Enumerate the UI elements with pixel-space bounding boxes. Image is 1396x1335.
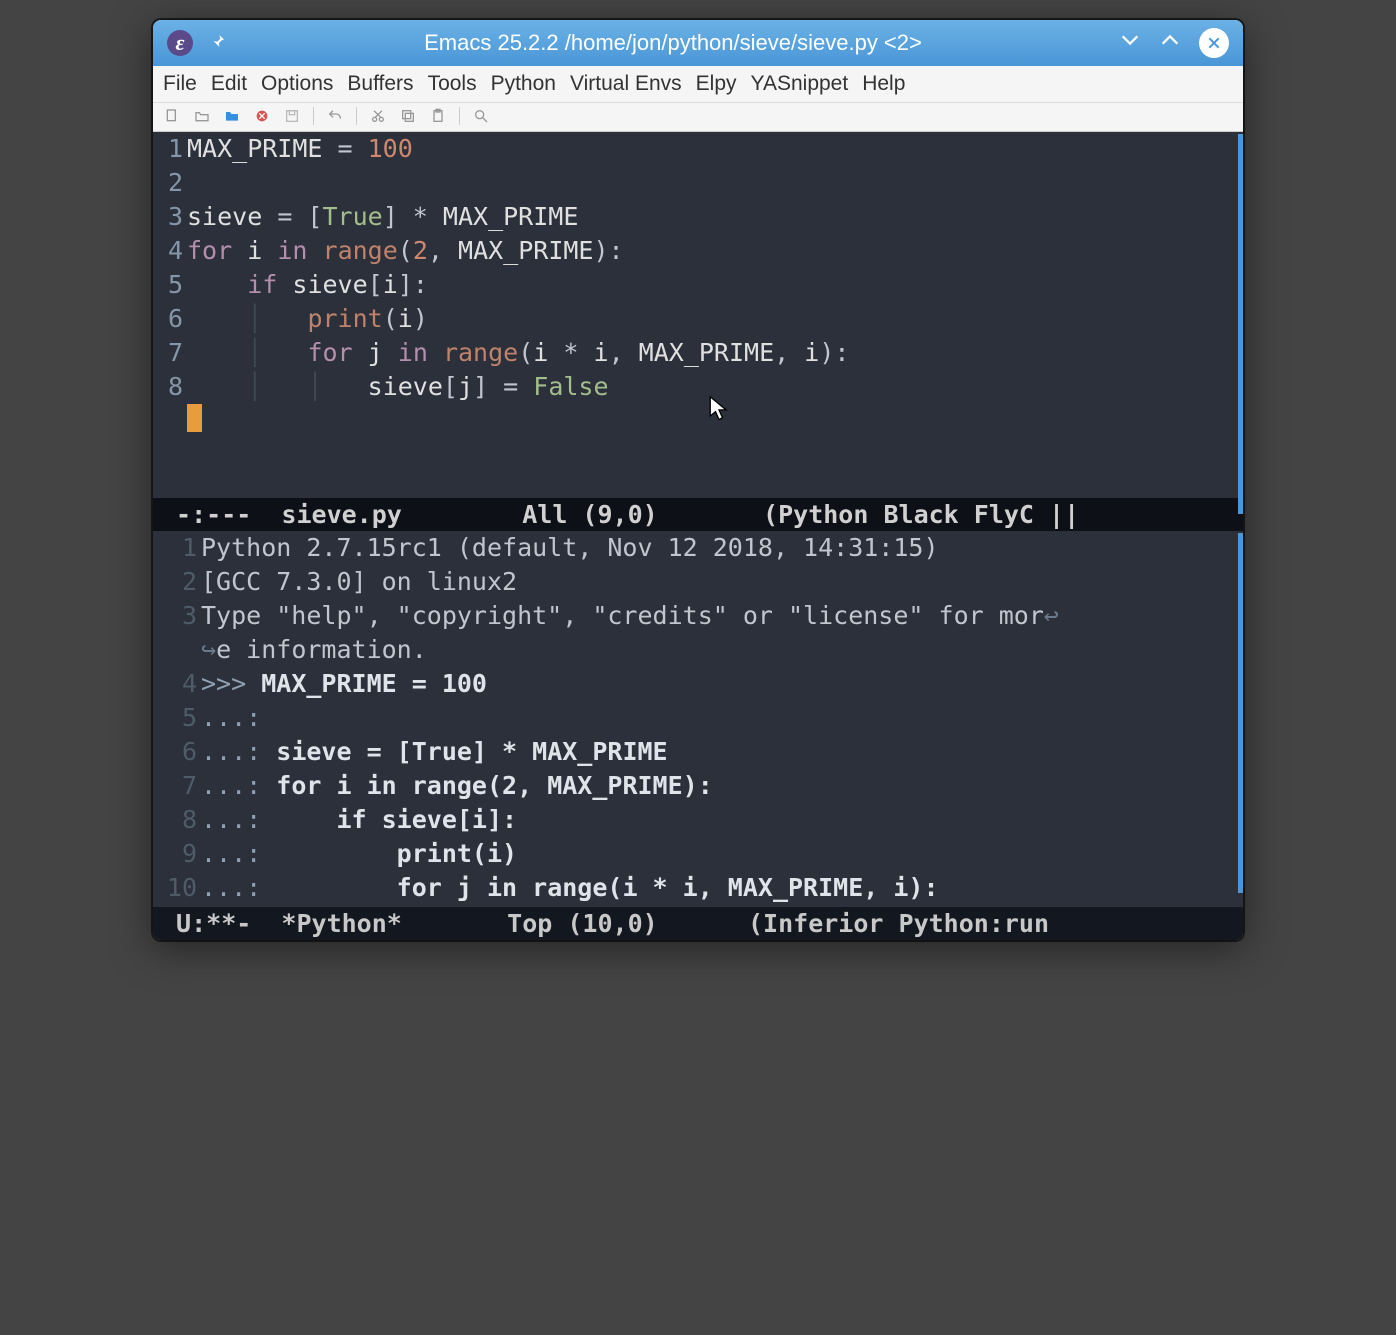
line-number: 4 [153, 234, 187, 268]
line-number: 8 [153, 803, 201, 837]
menu-virtual-envs[interactable]: Virtual Envs [570, 72, 682, 96]
repl-line[interactable]: 8...: if sieve[i]: [153, 803, 1243, 837]
menu-file[interactable]: File [163, 72, 197, 96]
emacs-window: ε Emacs 25.2.2 /home/jon/python/sieve/si… [153, 20, 1243, 940]
source-line[interactable]: 1MAX_PRIME = 100 [153, 132, 1243, 166]
code-content: │ │ sieve[j] = False [187, 370, 609, 404]
cut-icon[interactable] [369, 107, 387, 125]
repl-line[interactable]: 10...: for j in range(i * i, MAX_PRIME, … [153, 871, 1243, 905]
line-number: 7 [153, 336, 187, 370]
code-content: │ for j in range(i * i, MAX_PRIME, i): [187, 336, 849, 370]
open-file-icon[interactable] [193, 107, 211, 125]
repl-content: ...: sieve = [True] * MAX_PRIME [201, 735, 668, 769]
pin-icon[interactable] [209, 30, 227, 56]
titlebar[interactable]: ε Emacs 25.2.2 /home/jon/python/sieve/si… [153, 20, 1243, 66]
source-line[interactable]: 4for i in range(2, MAX_PRIME): [153, 234, 1243, 268]
undo-icon[interactable] [326, 107, 344, 125]
repl-content: [GCC 7.3.0] on linux2 [201, 565, 517, 599]
repl-content: >>> MAX_PRIME = 100 [201, 667, 487, 701]
new-file-icon[interactable] [163, 107, 181, 125]
code-content: │ print(i) [187, 302, 428, 336]
line-number: 10 [153, 871, 201, 905]
repl-line[interactable]: 3Type "help", "copyright", "credits" or … [153, 599, 1243, 633]
repl-line[interactable]: 7...: for i in range(2, MAX_PRIME): [153, 769, 1243, 803]
scrollbar-bottom[interactable] [1238, 533, 1243, 893]
repl-content: ...: for i in range(2, MAX_PRIME): [201, 769, 713, 803]
line-number: 1 [153, 132, 187, 166]
repl-content: ↪e information. [201, 633, 427, 667]
line-number: 3 [153, 200, 187, 234]
repl-line[interactable]: 5...: [153, 701, 1243, 735]
repl-line[interactable]: 9...: print(i) [153, 837, 1243, 871]
modeline-source[interactable]: -:--- sieve.py All (9,0) (Python Black F… [153, 498, 1243, 531]
mouse-pointer-icon [708, 395, 730, 429]
source-line[interactable]: 6 │ print(i) [153, 302, 1243, 336]
line-number: 2 [153, 166, 187, 200]
menu-elpy[interactable]: Elpy [696, 72, 737, 96]
toolbar [153, 103, 1243, 132]
close-red-icon[interactable] [253, 107, 271, 125]
repl-line[interactable]: 4>>> MAX_PRIME = 100 [153, 667, 1243, 701]
source-pane[interactable]: 1MAX_PRIME = 10023sieve = [True] * MAX_P… [153, 132, 1243, 498]
minimize-icon[interactable] [1119, 29, 1141, 57]
source-line[interactable]: 3sieve = [True] * MAX_PRIME [153, 200, 1243, 234]
editor-area: 1MAX_PRIME = 10023sieve = [True] * MAX_P… [153, 132, 1243, 940]
folder-icon[interactable] [223, 107, 241, 125]
scrollbar-top[interactable] [1238, 134, 1243, 514]
repl-pane[interactable]: 1Python 2.7.15rc1 (default, Nov 12 2018,… [153, 531, 1243, 907]
repl-content: Python 2.7.15rc1 (default, Nov 12 2018, … [201, 531, 939, 565]
line-number: 3 [153, 599, 201, 633]
toolbar-divider [459, 107, 460, 125]
repl-content: ...: if sieve[i]: [201, 803, 517, 837]
search-icon[interactable] [472, 107, 490, 125]
repl-content: ...: for j in range(i * i, MAX_PRIME, i)… [201, 871, 939, 905]
paste-icon[interactable] [429, 107, 447, 125]
maximize-icon[interactable] [1159, 29, 1181, 57]
code-content: for i in range(2, MAX_PRIME): [187, 234, 624, 268]
repl-line[interactable]: ↪e information. [153, 633, 1243, 667]
repl-content: ...: [201, 701, 276, 735]
menu-edit[interactable]: Edit [211, 72, 247, 96]
save-icon[interactable] [283, 107, 301, 125]
menu-python[interactable]: Python [491, 72, 556, 96]
line-number: 5 [153, 268, 187, 302]
line-number: 6 [153, 735, 201, 769]
line-number [153, 633, 201, 667]
line-number: 9 [153, 837, 201, 871]
code-content: if sieve[i]: [187, 268, 428, 302]
source-line[interactable]: 2 [153, 166, 1243, 200]
line-number: 7 [153, 769, 201, 803]
menu-options[interactable]: Options [261, 72, 333, 96]
text-cursor [187, 404, 202, 432]
source-line[interactable]: 5 if sieve[i]: [153, 268, 1243, 302]
copy-icon[interactable] [399, 107, 417, 125]
toolbar-divider [356, 107, 357, 125]
line-number: 6 [153, 302, 187, 336]
repl-line[interactable]: 6...: sieve = [True] * MAX_PRIME [153, 735, 1243, 769]
window-controls [1119, 28, 1229, 58]
menubar: File Edit Options Buffers Tools Python Virtual… [153, 66, 1243, 103]
window-title: Emacs 25.2.2 /home/jon/python/sieve/siev… [227, 30, 1119, 56]
toolbar-divider [313, 107, 314, 125]
line-number: 4 [153, 667, 201, 701]
code-content: MAX_PRIME = 100 [187, 132, 413, 166]
line-number: 8 [153, 370, 187, 404]
line-number: 2 [153, 565, 201, 599]
emacs-app-icon: ε [167, 30, 193, 56]
repl-line[interactable]: 2[GCC 7.3.0] on linux2 [153, 565, 1243, 599]
repl-content: ...: print(i) [201, 837, 517, 871]
close-icon[interactable] [1199, 28, 1229, 58]
menu-help[interactable]: Help [862, 72, 905, 96]
source-line[interactable]: 7 │ for j in range(i * i, MAX_PRIME, i): [153, 336, 1243, 370]
source-line[interactable]: 8 │ │ sieve[j] = False [153, 370, 1243, 404]
line-number: 5 [153, 701, 201, 735]
modeline-repl[interactable]: U:**- *Python* Top (10,0) (Inferior Pyth… [153, 907, 1243, 940]
code-content: sieve = [True] * MAX_PRIME [187, 200, 578, 234]
repl-content: Type "help", "copyright", "credits" or "… [201, 599, 1059, 633]
line-number: 1 [153, 531, 201, 565]
menu-yasnippet[interactable]: YASnippet [751, 72, 849, 96]
repl-line[interactable]: 1Python 2.7.15rc1 (default, Nov 12 2018,… [153, 531, 1243, 565]
menu-tools[interactable]: Tools [428, 72, 477, 96]
menu-buffers[interactable]: Buffers [347, 72, 413, 96]
